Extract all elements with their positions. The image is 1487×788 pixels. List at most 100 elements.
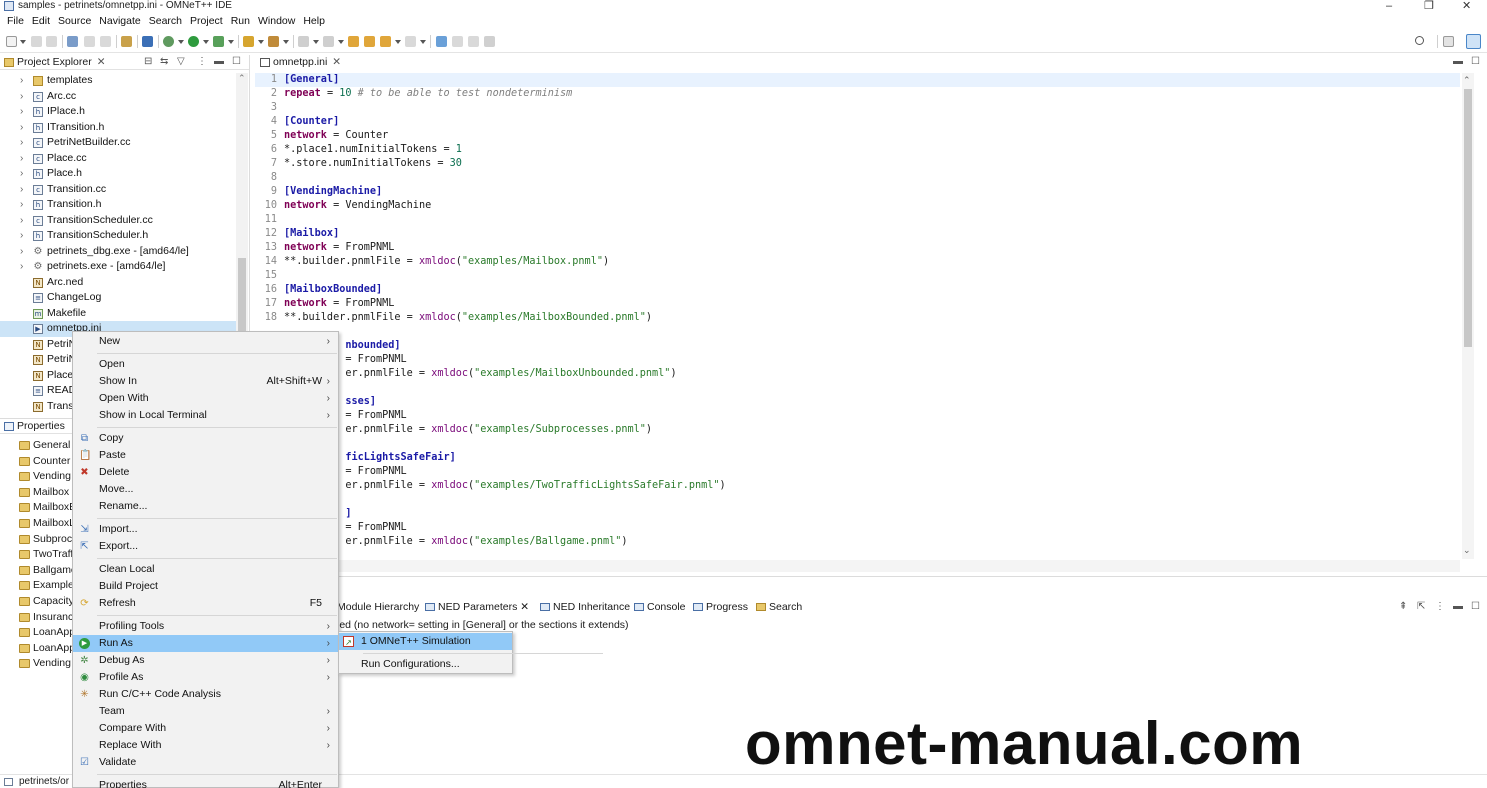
menu-item-open-with[interactable]: Open With › <box>73 390 338 407</box>
code-line[interactable]: sses] <box>255 395 1460 409</box>
code-line[interactable]: ficLightsSafeFair] <box>255 451 1460 465</box>
code-line[interactable]: 8 <box>255 171 1460 185</box>
code-line[interactable]: 1 [General] <box>255 73 1460 87</box>
menu-help[interactable]: Help <box>299 14 329 30</box>
build-icon[interactable] <box>67 36 78 47</box>
menu-item-properties[interactable]: Properties Alt+Enter <box>73 777 338 788</box>
code-line[interactable]: = FromPNML <box>255 409 1460 423</box>
code-line[interactable] <box>255 493 1460 507</box>
minimize-view-icon[interactable]: ▬ <box>1453 601 1463 612</box>
properties-icon[interactable] <box>121 36 132 47</box>
code-line[interactable]: er.pnmlFile = xmldoc("examples/Subproces… <box>255 423 1460 437</box>
code-editor[interactable]: 1 [General] 2 repeat = 10 # to be able to t… <box>255 73 1460 549</box>
menu-item-delete[interactable]: ✖ Delete <box>73 464 338 481</box>
tree-item[interactable]: › h TransitionScheduler.h <box>0 228 236 244</box>
chevron-right-icon[interactable]: › <box>20 120 23 135</box>
menu-item-team[interactable]: Team › <box>73 703 338 720</box>
chevron-right-icon[interactable]: › <box>20 244 23 259</box>
pin-icon[interactable] <box>436 36 447 47</box>
code-line[interactable]: 12 [Mailbox] <box>255 227 1460 241</box>
menu-run[interactable]: Run <box>227 14 254 30</box>
code-line[interactable]: 16 [MailboxBounded] <box>255 283 1460 297</box>
chevron-down-icon[interactable] <box>178 40 184 44</box>
menu-item-build-project[interactable]: Build Project <box>73 578 338 595</box>
chevron-right-icon[interactable]: › <box>20 259 23 274</box>
perspective-icon[interactable] <box>1466 34 1481 49</box>
menu-search[interactable]: Search <box>145 14 186 30</box>
view-menu-icon[interactable]: ⋮ <box>1435 601 1445 612</box>
tree-item[interactable]: m Makefile <box>0 306 236 322</box>
back-icon[interactable] <box>84 36 95 47</box>
minimize-button[interactable]: – <box>1386 0 1392 12</box>
code-line[interactable]: = FromPNML <box>255 465 1460 479</box>
code-line[interactable]: 18 **.builder.pnmlFile = xmldoc("examples… <box>255 311 1460 325</box>
menu-item-show-in[interactable]: Show In Alt+Shift+W › <box>73 373 338 390</box>
menu-item-replace-with[interactable]: Replace With › <box>73 737 338 754</box>
menu-edit[interactable]: Edit <box>28 14 54 30</box>
chevron-right-icon[interactable]: › <box>20 228 23 243</box>
tree-item[interactable]: › c Transition.cc <box>0 182 236 198</box>
menu-item-new[interactable]: New › <box>73 333 338 350</box>
tree-item[interactable]: › h Place.h <box>0 166 236 182</box>
menu-item-open[interactable]: Open <box>73 356 338 373</box>
menu-item-copy[interactable]: ⧉ Copy <box>73 430 338 447</box>
menu-item-compare-with[interactable]: Compare With › <box>73 720 338 737</box>
code-line[interactable]: = FromPNML <box>255 353 1460 367</box>
chevron-up-icon[interactable]: ⌃ <box>238 73 246 84</box>
tab-project-explorer[interactable]: Project Explorer ✕ <box>3 56 106 69</box>
code-line[interactable]: 13 network = FromPNML <box>255 241 1460 255</box>
chevron-down-icon[interactable] <box>395 40 401 44</box>
chevron-right-icon[interactable]: › <box>20 197 23 212</box>
profile-icon[interactable] <box>213 36 224 47</box>
maximize-button[interactable]: ❐ <box>1424 0 1434 12</box>
tab-console[interactable]: Console <box>634 599 686 615</box>
console-icon[interactable] <box>142 36 153 47</box>
code-line[interactable]: 3 <box>255 101 1460 115</box>
close-icon[interactable]: ✕ <box>97 56 106 68</box>
run-icon[interactable] <box>188 36 199 47</box>
new-icon[interactable] <box>6 36 17 47</box>
print-icon[interactable] <box>484 36 495 47</box>
editor-horizontal-scrollbar[interactable] <box>255 560 1460 572</box>
scrollbar-thumb[interactable] <box>238 258 246 333</box>
tree-item[interactable]: › templates <box>0 73 236 89</box>
chevron-right-icon[interactable]: › <box>20 104 23 119</box>
menu-item-show-in-local-terminal[interactable]: Show in Local Terminal › <box>73 407 338 424</box>
chevron-right-icon[interactable]: › <box>20 73 23 88</box>
minimize-view-icon[interactable]: ▬ <box>1453 56 1463 67</box>
tree-item[interactable]: › c Arc.cc <box>0 89 236 105</box>
link-icon[interactable] <box>468 36 479 47</box>
tab-properties[interactable]: Properties <box>3 420 65 433</box>
menu-item-run-c-c-code-analysis[interactable]: ✳ Run C/C++ Code Analysis <box>73 686 338 703</box>
menu-window[interactable]: Window <box>254 14 299 30</box>
next-annotation-icon[interactable] <box>298 36 309 47</box>
minimize-view-icon[interactable]: ▬ <box>214 56 224 67</box>
chevron-right-icon[interactable]: › <box>20 135 23 150</box>
chevron-right-icon[interactable]: › <box>20 182 23 197</box>
chevron-down-icon[interactable] <box>203 40 209 44</box>
next-edit-icon[interactable] <box>364 36 375 47</box>
chevron-down-icon[interactable] <box>258 40 264 44</box>
code-line[interactable]: 9 [VendingMachine] <box>255 185 1460 199</box>
code-line[interactable]: 6 *.place1.numInitialTokens = 1 <box>255 143 1460 157</box>
editor-vertical-scrollbar[interactable]: ⌃ ⌄ <box>1462 73 1474 559</box>
code-line[interactable]: 2 repeat = 10 # to be able to test nondet… <box>255 87 1460 101</box>
code-line[interactable]: 10 network = VendingMachine <box>255 199 1460 213</box>
collapse-all-icon[interactable]: ⊟ <box>144 56 152 67</box>
back-nav-icon[interactable] <box>380 36 391 47</box>
menu-item-move[interactable]: Move... <box>73 481 338 498</box>
tab-search[interactable]: Search <box>756 599 802 615</box>
tree-item[interactable]: › ⚙ petrinets.exe - [amd64/le] <box>0 259 236 275</box>
chevron-down-icon[interactable] <box>338 40 344 44</box>
tab-module-hierarchy[interactable]: Module Hierarchy <box>325 599 419 615</box>
chevron-up-icon[interactable]: ⌃ <box>1463 75 1471 86</box>
chevron-down-icon[interactable] <box>20 40 26 44</box>
code-line[interactable]: 11 <box>255 213 1460 227</box>
chevron-right-icon[interactable]: › <box>20 166 23 181</box>
menu-item-profile-as[interactable]: ◉ Profile As › <box>73 669 338 686</box>
chevron-down-icon[interactable] <box>228 40 234 44</box>
menu-item-export[interactable]: ⇱ Export... <box>73 538 338 555</box>
chevron-right-icon[interactable]: › <box>20 151 23 166</box>
menu-item-paste[interactable]: 📋 Paste <box>73 447 338 464</box>
tab-omnetpp-ini[interactable]: omnetpp.ini ✕ <box>259 56 341 69</box>
